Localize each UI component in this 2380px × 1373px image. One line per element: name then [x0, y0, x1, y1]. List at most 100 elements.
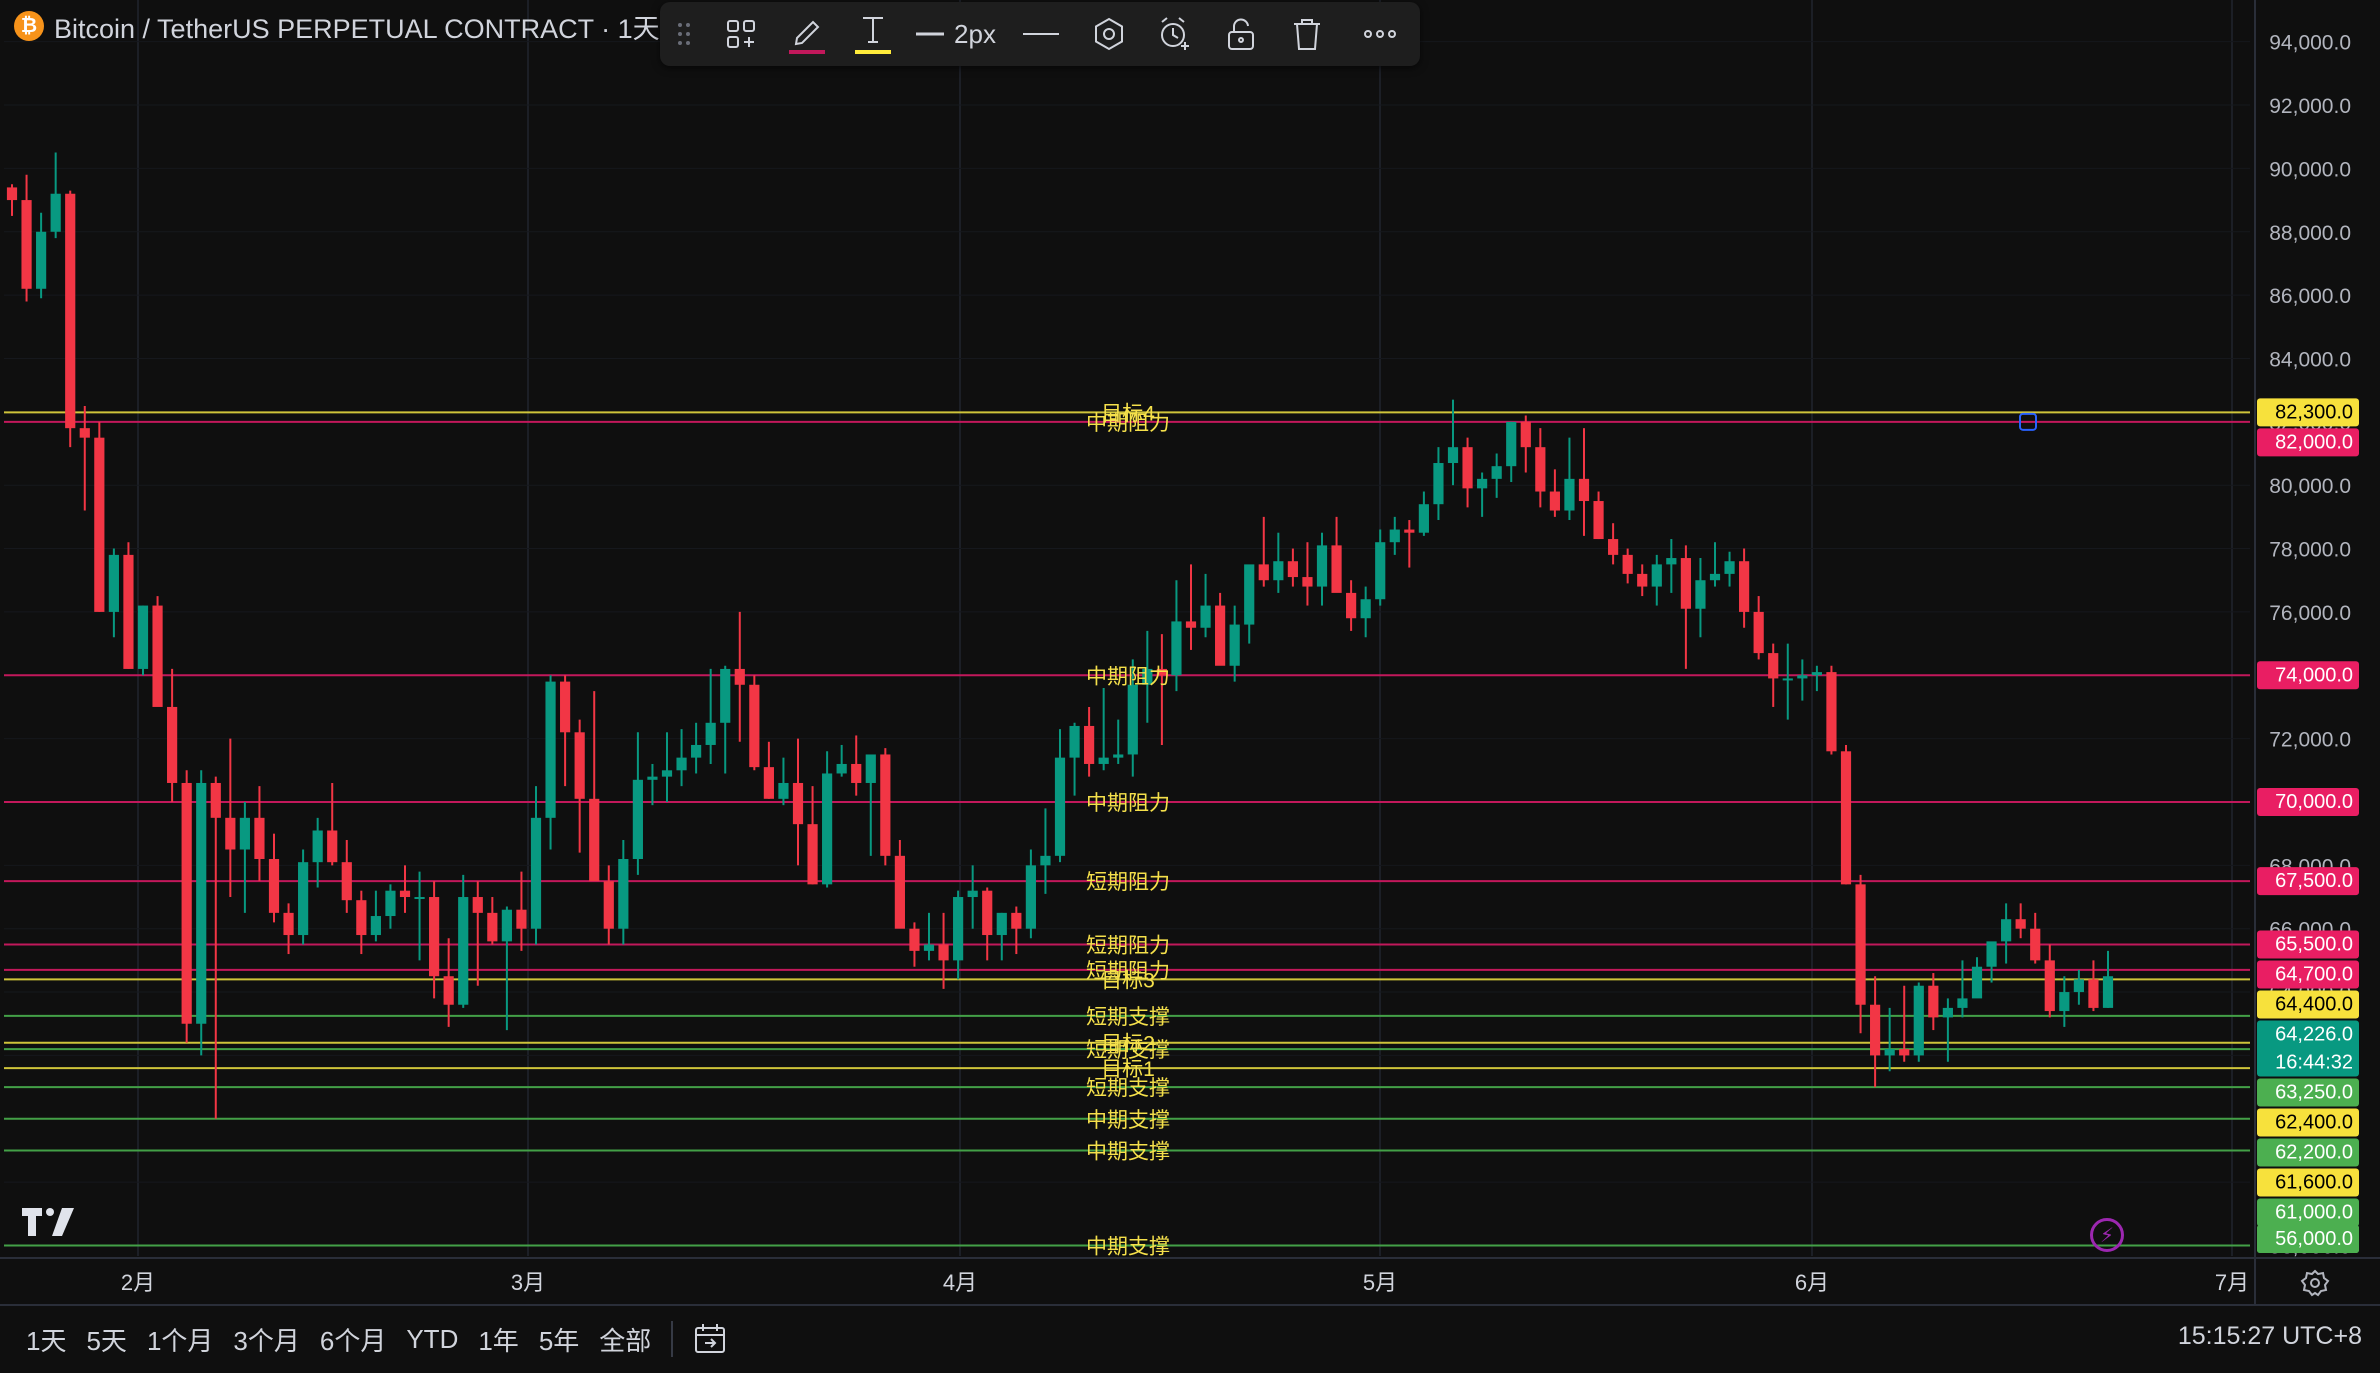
template-icon[interactable]	[708, 2, 774, 66]
trash-icon[interactable]	[1274, 2, 1340, 66]
candle-body	[1797, 675, 1808, 679]
candle-body	[487, 912, 498, 942]
calendar-range-icon[interactable]	[683, 1305, 737, 1373]
candle-body	[1477, 478, 1488, 489]
candle-body	[2001, 919, 2012, 942]
candle-body	[1491, 466, 1502, 479]
candle-body	[21, 200, 32, 289]
range-1m-button[interactable]: 1个月	[137, 1305, 223, 1373]
time-axis: 2月 3月 4月 5月 6月 7月	[121, 1270, 2249, 1295]
candle-body	[1025, 865, 1036, 929]
clock[interactable]: 15:15:27 UTC+8	[2178, 1322, 2362, 1351]
price-tag-label: 65,500.0	[2275, 934, 2353, 956]
range-1d-button[interactable]: 1天	[16, 1305, 76, 1373]
candle-body	[501, 909, 512, 942]
candle-body	[603, 881, 614, 929]
candle-body	[618, 859, 629, 929]
candle-body	[1564, 478, 1575, 511]
candle-body	[1316, 545, 1328, 587]
level-line-label: 短期支撑	[1086, 1006, 1170, 1029]
candle-body	[894, 855, 905, 929]
price-tag-label: 70,000.0	[2275, 791, 2353, 813]
price-chart[interactable]: 目标4中期阻力中期阻力中期阻力短期阻力短期阻力短期阻力目标3短期支撑目标2短期支…	[0, 0, 2380, 1373]
drag-handle-icon[interactable]	[660, 2, 708, 66]
candle-body	[1899, 1049, 1910, 1056]
price-tag-label: 82,300.0	[2275, 401, 2353, 423]
candle-body	[123, 554, 134, 669]
line-style-icon[interactable]	[1006, 2, 1076, 66]
range-ytd-button[interactable]: YTD	[396, 1305, 468, 1373]
price-axis: 56,000.058,000.060,000.062,000.064,000.0…	[2257, 32, 2359, 1258]
drawing-toolbar: 2px	[660, 2, 1420, 66]
candle-body	[2015, 919, 2026, 929]
x-tick-label: 4月	[943, 1270, 977, 1295]
y-tick-label: 80,000.0	[2269, 475, 2351, 498]
candle-body	[137, 605, 149, 669]
line-color-icon[interactable]	[774, 2, 840, 66]
settings-icon[interactable]	[1076, 2, 1142, 66]
text-color-icon[interactable]	[840, 2, 906, 66]
candle-body	[283, 912, 294, 936]
candle-body	[1331, 545, 1342, 593]
candle-body	[923, 944, 935, 951]
line-width-button[interactable]: 2px	[906, 2, 1006, 66]
range-5d-button[interactable]: 5天	[76, 1305, 136, 1373]
candle-body	[1942, 1007, 1953, 1018]
candle-body	[1957, 998, 1968, 1008]
bitcoin-icon: ₿	[14, 11, 44, 41]
lightning-icon[interactable]: ⚡	[2090, 1218, 2124, 1252]
level-line-label: 短期阻力	[1086, 871, 1170, 894]
symbol-title[interactable]: ₿ Bitcoin / TetherUS PERPETUAL CONTRACT …	[14, 6, 676, 46]
candle-body	[443, 976, 454, 1005]
candle-body	[1084, 725, 1095, 764]
y-tick-label: 78,000.0	[2269, 539, 2351, 562]
x-tick-label: 7月	[2215, 1270, 2249, 1295]
price-tag-label: 62,400.0	[2275, 1112, 2353, 1134]
range-6m-button[interactable]: 6个月	[310, 1305, 396, 1373]
candle-body	[1229, 624, 1240, 666]
range-5y-button[interactable]: 5年	[529, 1305, 589, 1373]
candle-body	[530, 817, 542, 929]
candle-body	[691, 744, 702, 758]
candle-body	[1360, 599, 1371, 619]
candle-body	[312, 830, 323, 863]
candle-body	[516, 909, 527, 929]
range-all-button[interactable]: 全部	[589, 1305, 661, 1373]
candle-body	[953, 897, 964, 961]
price-tag-label: 74,000.0	[2275, 664, 2353, 686]
candle-body	[36, 231, 47, 289]
range-3m-button[interactable]: 3个月	[223, 1305, 309, 1373]
candle-body	[865, 754, 876, 783]
x-tick-label: 2月	[121, 1270, 155, 1295]
candle-body	[560, 681, 571, 733]
candle-body	[2059, 992, 2070, 1012]
candle-body	[1637, 573, 1648, 587]
candle-body	[676, 757, 687, 771]
candle-body	[967, 890, 978, 898]
candle-body	[1171, 621, 1182, 676]
candle-body	[399, 890, 411, 898]
price-tag-label: 63,250.0	[2275, 1082, 2353, 1104]
price-tag-label: 64,400.0	[2275, 994, 2353, 1016]
lock-icon[interactable]	[1208, 2, 1274, 66]
candle-body	[1782, 678, 1793, 681]
add-alert-icon[interactable]	[1142, 2, 1208, 66]
candle-body	[268, 859, 280, 913]
more-icon[interactable]	[1340, 2, 1420, 66]
candle-body	[661, 770, 673, 777]
candle-body	[167, 706, 178, 783]
candle-body	[1739, 561, 1750, 612]
candle-body	[327, 830, 338, 863]
candle-body	[50, 193, 61, 232]
y-tick-label: 72,000.0	[2269, 729, 2351, 752]
line-width-icon	[916, 32, 945, 36]
x-tick-label: 3月	[511, 1270, 545, 1295]
candle-body	[254, 817, 265, 860]
candle-body	[1870, 1004, 1881, 1056]
gear-icon[interactable]	[2300, 1268, 2330, 1298]
candle-body	[589, 798, 600, 882]
range-1y-button[interactable]: 1年	[468, 1305, 528, 1373]
candle-body	[181, 782, 192, 1024]
candle-body	[1840, 751, 1852, 885]
candle-body	[239, 817, 250, 850]
